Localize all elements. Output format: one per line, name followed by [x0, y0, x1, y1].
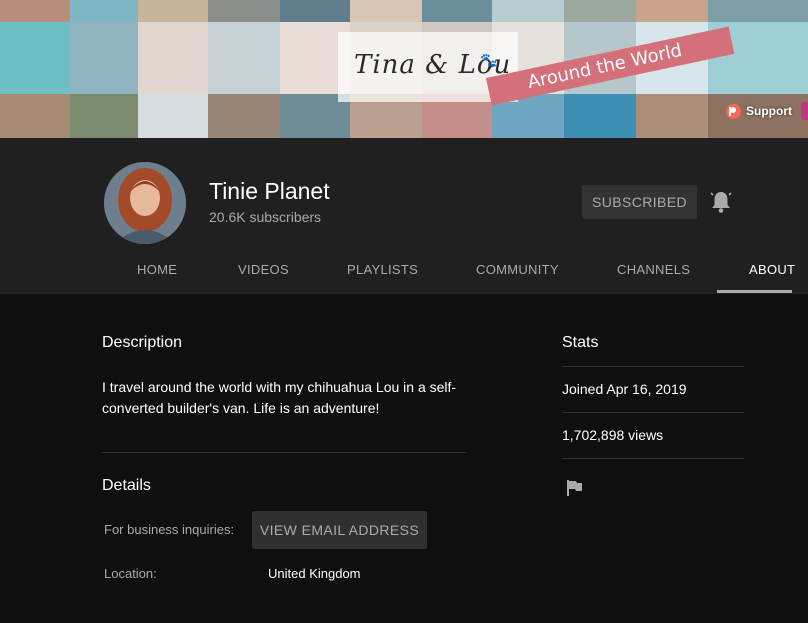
- tab-channels[interactable]: CHANNELS: [617, 262, 690, 277]
- stats-heading: Stats: [562, 334, 599, 351]
- flag-icon[interactable]: [566, 479, 584, 497]
- active-tab-indicator: [717, 290, 792, 293]
- divider: [562, 458, 744, 459]
- patreon-icon: [726, 103, 741, 119]
- location-value: United Kingdom: [268, 566, 361, 581]
- tab-home[interactable]: HOME: [137, 262, 177, 277]
- view-count: 1,702,898 views: [562, 427, 664, 443]
- support-link[interactable]: Support: [726, 101, 792, 121]
- tab-playlists[interactable]: PLAYLISTS: [347, 262, 418, 277]
- divider: [562, 412, 744, 413]
- avatar[interactable]: [104, 162, 186, 244]
- tab-about[interactable]: ABOUT: [749, 262, 795, 277]
- bell-icon[interactable]: [710, 190, 732, 214]
- instagram-icon[interactable]: [801, 102, 808, 120]
- details-heading: Details: [102, 477, 151, 494]
- divider: [562, 366, 744, 367]
- tab-videos[interactable]: VIDEOS: [238, 262, 289, 277]
- description-text: I travel around the world with my chihua…: [102, 379, 457, 416]
- business-label: For business inquiries:: [104, 522, 235, 537]
- channel-banner: Tina & Lou 🐾 Around the World Support: [0, 0, 808, 138]
- support-label: Support: [746, 104, 792, 118]
- channel-name: Tinie Planet: [209, 178, 330, 204]
- subscribed-button[interactable]: SUBSCRIBED: [582, 185, 697, 219]
- divider: [102, 452, 466, 453]
- joined-date: Joined Apr 16, 2019: [562, 381, 687, 397]
- avatar-image: [104, 162, 186, 244]
- subscriber-count: 20.6K subscribers: [209, 209, 322, 225]
- paw-icon: 🐾: [480, 52, 498, 68]
- tab-community[interactable]: COMMUNITY: [476, 262, 559, 277]
- view-email-button[interactable]: VIEW EMAIL ADDRESS: [252, 511, 427, 549]
- description-heading: Description: [102, 334, 183, 351]
- location-label: Location:: [104, 566, 157, 581]
